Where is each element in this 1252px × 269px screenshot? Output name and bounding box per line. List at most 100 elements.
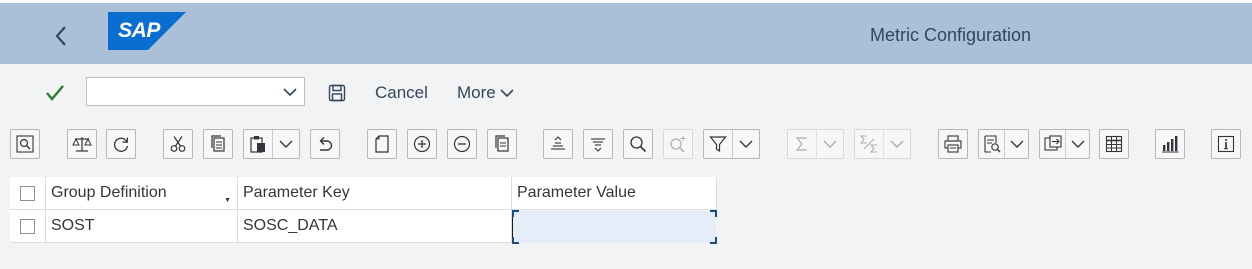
- more-menu-button[interactable]: More: [457, 83, 514, 103]
- delete-row-icon: [453, 135, 471, 153]
- confirm-button[interactable]: [44, 82, 66, 104]
- column-header-parameter-key[interactable]: Parameter Key: [238, 177, 512, 210]
- filter-dropdown[interactable]: [732, 130, 759, 158]
- column-header-group-definition[interactable]: Group Definition ▼: [46, 177, 238, 210]
- app-toolbar: Cancel More: [0, 64, 1252, 122]
- filter-button[interactable]: [704, 130, 732, 158]
- sort-ascending-button[interactable]: [543, 129, 573, 159]
- print-preview-button[interactable]: [979, 130, 1004, 158]
- column-header-label: Parameter Key: [243, 184, 350, 201]
- sap-logo: SAP: [108, 12, 186, 50]
- copy-button[interactable]: [203, 129, 233, 159]
- page-title: Metric Configuration: [870, 25, 1032, 45]
- insert-row-button[interactable]: [407, 129, 437, 159]
- sum-button[interactable]: [788, 130, 816, 158]
- new-row-icon: [375, 135, 389, 153]
- undo-button[interactable]: [310, 129, 340, 159]
- zoom-details-icon: [16, 135, 34, 153]
- chevron-down-icon: [823, 140, 837, 148]
- command-field[interactable]: [86, 77, 305, 106]
- command-input[interactable]: [87, 78, 293, 105]
- sum-icon: [795, 137, 808, 151]
- select-all-checkbox[interactable]: [20, 185, 35, 201]
- chevron-left-icon: [55, 26, 66, 46]
- column-header-label: Parameter Value: [517, 184, 636, 201]
- dropdown-button[interactable]: [280, 82, 300, 102]
- logo-text: SAP: [118, 19, 160, 42]
- cancel-button[interactable]: Cancel: [375, 83, 428, 103]
- undo-icon: [319, 137, 333, 151]
- cell-group-definition[interactable]: SOST: [46, 210, 238, 243]
- cell-parameter-key[interactable]: SOSC_DATA: [238, 210, 512, 243]
- balance-check-icon: [72, 137, 92, 152]
- export-split-button[interactable]: [1039, 129, 1090, 159]
- information-icon: [1217, 135, 1235, 153]
- layout-icon: [1105, 135, 1123, 153]
- delete-row-button[interactable]: [447, 129, 477, 159]
- row-checkbox[interactable]: [20, 218, 35, 234]
- paste-dropdown[interactable]: [272, 130, 299, 158]
- filter-split-button[interactable]: [703, 129, 760, 159]
- sort-descending-icon: [591, 138, 605, 152]
- parameter-value-input[interactable]: [516, 213, 715, 241]
- chevron-down-icon: [500, 88, 514, 97]
- details-button[interactable]: [10, 129, 40, 159]
- new-row-button[interactable]: [367, 129, 397, 159]
- sum-split-button[interactable]: [787, 129, 844, 159]
- information-button[interactable]: [1211, 129, 1241, 159]
- shell-header: SAP Metric Configuration: [0, 0, 1252, 64]
- filter-icon: [709, 136, 727, 153]
- save-icon: [328, 84, 346, 102]
- layout-button[interactable]: [1099, 129, 1129, 159]
- export-dropdown[interactable]: [1065, 130, 1089, 158]
- chevron-down-icon: [890, 140, 904, 148]
- chart-icon: [1162, 136, 1179, 153]
- paste-split-button[interactable]: [243, 129, 300, 159]
- chevron-down-icon: [739, 140, 753, 148]
- find-button[interactable]: [623, 129, 653, 159]
- more-label: More: [457, 83, 496, 102]
- subtotal-dropdown[interactable]: [883, 130, 910, 158]
- copy-icon: [211, 135, 225, 152]
- column-header-parameter-value[interactable]: Parameter Value: [512, 177, 717, 210]
- chevron-down-icon: [279, 140, 293, 148]
- sum-dropdown[interactable]: [816, 130, 843, 158]
- back-button[interactable]: [46, 21, 76, 51]
- refresh-button[interactable]: [106, 129, 136, 159]
- chevron-down-icon: [1071, 140, 1085, 148]
- print-preview-icon: [984, 135, 1001, 153]
- find-next-icon: [670, 136, 686, 153]
- sort-descending-button[interactable]: [583, 129, 613, 159]
- export-button[interactable]: [1040, 130, 1065, 158]
- check-button[interactable]: [67, 129, 97, 159]
- select-all-cell[interactable]: [10, 177, 46, 210]
- print-preview-dropdown[interactable]: [1004, 130, 1028, 158]
- sort-indicator-icon: ▼: [224, 197, 231, 204]
- chart-button[interactable]: [1155, 129, 1185, 159]
- duplicate-row-icon: [495, 135, 509, 152]
- grid-toolbar: [0, 122, 1252, 168]
- subtotal-split-button[interactable]: [854, 129, 911, 159]
- print-preview-split-button[interactable]: [978, 129, 1029, 159]
- export-icon: [1044, 135, 1062, 151]
- column-header-label: Group Definition: [51, 184, 167, 201]
- find-next-button[interactable]: [663, 129, 693, 159]
- print-icon: [944, 135, 962, 153]
- save-button[interactable]: [326, 82, 348, 104]
- insert-row-icon: [413, 135, 431, 153]
- duplicate-row-button[interactable]: [487, 129, 517, 159]
- print-button[interactable]: [938, 129, 968, 159]
- chevron-down-icon: [1010, 140, 1024, 148]
- paste-button[interactable]: [244, 130, 272, 158]
- sort-ascending-icon: [551, 136, 565, 150]
- cell-parameter-value-editor[interactable]: [512, 210, 717, 244]
- subtotal-button[interactable]: [855, 130, 883, 158]
- refresh-icon: [114, 137, 129, 152]
- checkmark-icon: [46, 85, 64, 101]
- row-selector-cell[interactable]: [10, 210, 46, 243]
- cut-icon: [170, 136, 186, 152]
- cut-button[interactable]: [163, 129, 193, 159]
- subtotal-icon: [860, 135, 878, 153]
- find-icon: [630, 136, 647, 153]
- data-grid: Group Definition ▼ Parameter Key Paramet…: [10, 176, 1252, 269]
